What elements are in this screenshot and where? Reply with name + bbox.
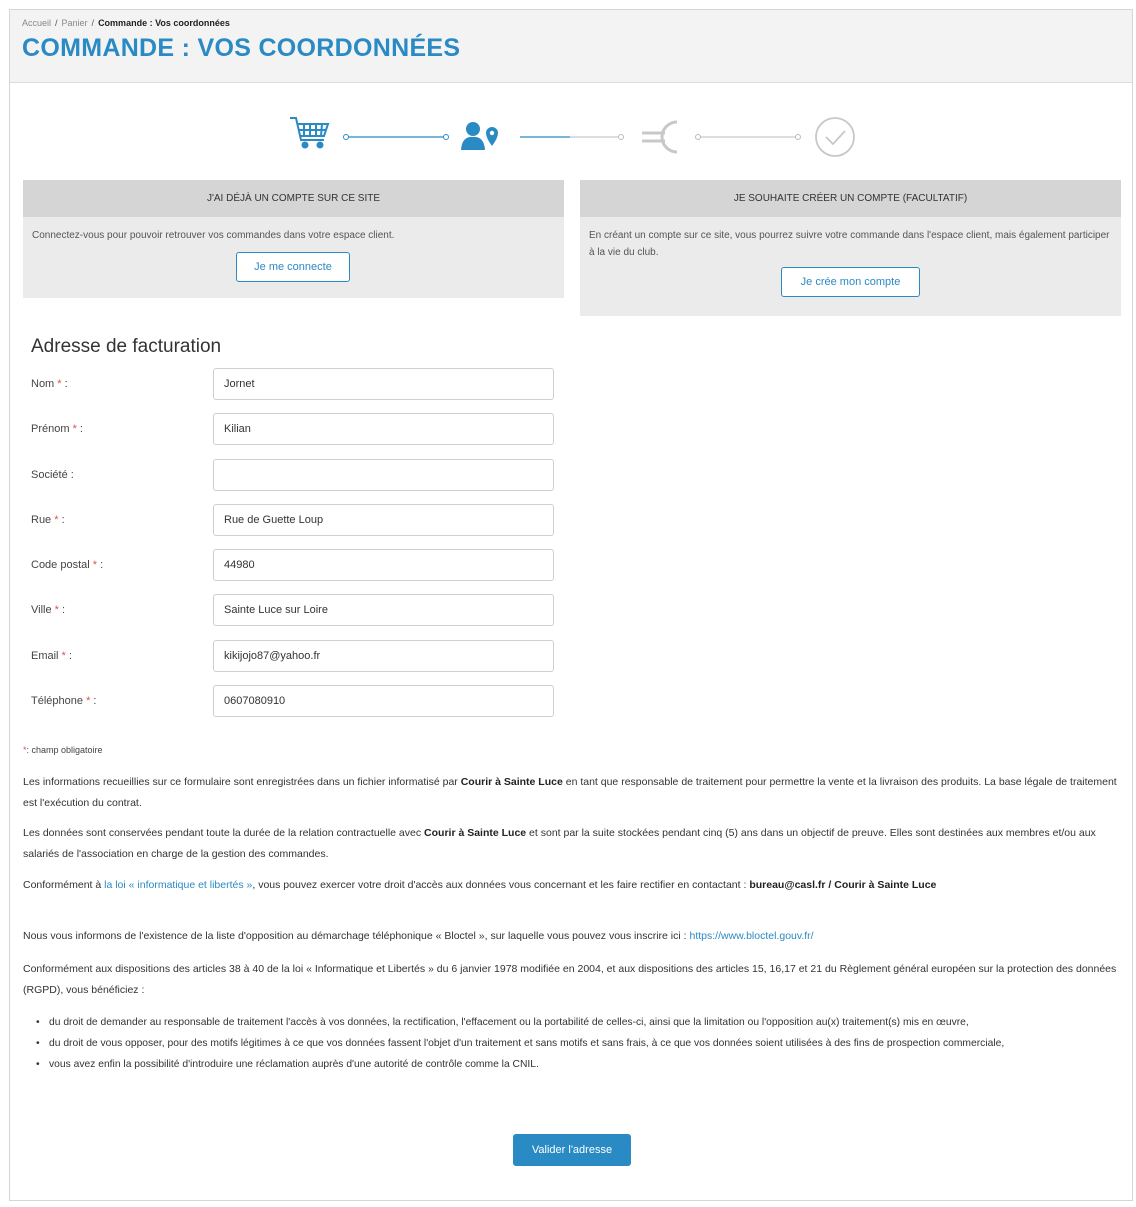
form-row: Code postal * : 44980: [10, 549, 570, 581]
legal-paragraph-2: Les données sont conservées pendant tout…: [23, 827, 1096, 860]
field-label: Rue * :: [31, 514, 65, 526]
register-box: JE SOUHAITE CRÉER UN COMPTE (FACULTATIF)…: [580, 180, 1121, 316]
check-circle-icon: [815, 117, 855, 157]
login-button[interactable]: Je me connecte: [236, 252, 350, 282]
page-title: COMMANDE : VOS COORDONNÉES: [22, 34, 461, 62]
field-input[interactable]: 44980: [213, 549, 554, 581]
field-input[interactable]: kikijojo87@yahoo.fr: [213, 640, 554, 672]
breadcrumb-cart[interactable]: Panier: [62, 18, 88, 28]
cart-icon: [290, 117, 330, 149]
field-input[interactable]: [213, 459, 554, 491]
field-label: Email * :: [31, 650, 72, 662]
login-box: J'AI DÉJÀ UN COMPTE SUR CE SITE Connecte…: [23, 180, 564, 298]
legal-paragraph-3: Conformément à la loi « informatique et …: [23, 879, 937, 891]
billing-title: Adresse de facturation: [31, 336, 222, 357]
euro-icon: [642, 120, 678, 154]
login-box-header: J'AI DÉJÀ UN COMPTE SUR CE SITE: [23, 180, 564, 217]
page-header: Accueil / Panier / Commande : Vos coordonnée…: [10, 10, 1132, 83]
field-label: Ville * :: [31, 604, 66, 616]
field-input[interactable]: Jornet: [213, 368, 554, 400]
legal-paragraph-4: Nous vous informons de l'existence de la…: [23, 930, 814, 942]
list-item: vous avez enfin la possibilité d'introdu…: [23, 1054, 1123, 1075]
form-row: Ville * : Sainte Luce sur Loire: [10, 594, 570, 626]
form-row: Email * : kikijojo87@yahoo.fr: [10, 640, 570, 672]
form-row: Rue * : Rue de Guette Loup: [10, 504, 570, 536]
required-note: *: champ obligatoire: [23, 745, 103, 755]
breadcrumb-current: Commande : Vos coordonnées: [98, 18, 230, 28]
breadcrumb-separator: /: [55, 18, 58, 28]
bloctel-link[interactable]: https://www.bloctel.gouv.fr/: [689, 930, 813, 942]
rights-list: du droit de demander au responsable de t…: [23, 1012, 1123, 1075]
list-item: du droit de demander au responsable de t…: [23, 1012, 1123, 1033]
checkout-steps: [10, 102, 1134, 162]
field-label: Nom * :: [31, 378, 68, 390]
field-input[interactable]: 0607080910: [213, 685, 554, 717]
form-row: Téléphone * : 0607080910: [10, 685, 570, 717]
breadcrumb-separator: /: [91, 18, 95, 28]
field-input[interactable]: Rue de Guette Loup: [213, 504, 554, 536]
form-row: Prénom * : Kilian: [10, 413, 570, 445]
form-row: Nom * : Jornet: [10, 368, 570, 400]
legal-paragraph-5: Conformément aux dispositions des articl…: [23, 963, 1117, 996]
register-box-header: JE SOUHAITE CRÉER UN COMPTE (FACULTATIF): [580, 180, 1121, 217]
field-label: Société :: [31, 469, 74, 481]
breadcrumb: Accueil / Panier / Commande : Vos coordonnée…: [22, 18, 1120, 28]
login-box-text: Connectez-vous pour pouvoir retrouver vo…: [32, 230, 395, 241]
page-frame: Accueil / Panier / Commande : Vos coordonnée…: [9, 9, 1133, 1201]
field-label: Prénom * :: [31, 423, 83, 435]
register-button[interactable]: Je crée mon compte: [781, 267, 920, 297]
cnil-law-link[interactable]: la loi « informatique et libertés »: [104, 879, 252, 891]
breadcrumb-home[interactable]: Accueil: [22, 18, 51, 28]
register-box-text: En créant un compte sur ce site, vous po…: [589, 230, 1110, 258]
legal-paragraph-1: Les informations recueillies sur ce form…: [23, 776, 1117, 809]
field-label: Téléphone * :: [31, 695, 97, 707]
field-input[interactable]: Sainte Luce sur Loire: [213, 594, 554, 626]
validate-address-button[interactable]: Valider l'adresse: [513, 1134, 631, 1166]
field-input[interactable]: Kilian: [213, 413, 554, 445]
list-item: du droit de vous opposer, pour des motif…: [23, 1033, 1123, 1054]
field-label: Code postal * :: [31, 559, 104, 571]
form-row: Société :: [10, 459, 570, 491]
user-location-icon: [461, 122, 498, 150]
